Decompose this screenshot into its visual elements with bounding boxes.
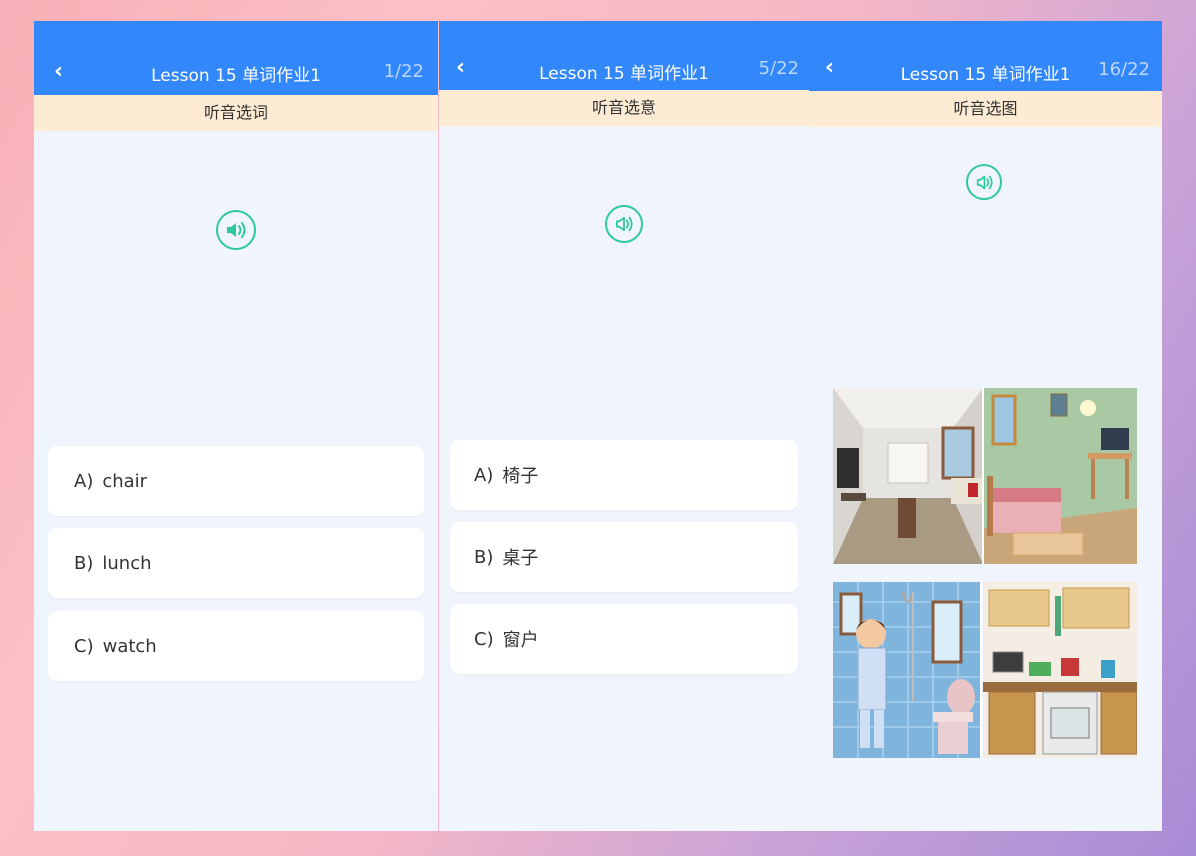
bathroom-kitchen-picture [833,582,1137,758]
option-b[interactable]: B) lunch [48,528,424,598]
option-a[interactable]: A) chair [48,446,424,516]
option-c[interactable]: C) 窗户 [450,604,798,674]
option-letter: B) [474,546,494,568]
option-letter: A) [474,464,494,486]
app-header: ‹ Lesson 15 单词作业1 1/22 [34,21,438,95]
option-text: lunch [102,552,152,574]
image-option-bath-kitchen[interactable] [833,582,1137,758]
question-type-label: 听音选图 [809,91,1162,127]
option-a[interactable]: A) 椅子 [450,440,798,510]
lesson-title: Lesson 15 单词作业1 [151,66,321,86]
option-letter: A) [74,470,94,492]
option-text: 椅子 [502,466,539,487]
living-room-bedroom-picture [833,388,1137,564]
app-header: ‹ Lesson 15 单词作业1 16/22 [809,21,1162,91]
option-letter: B) [74,552,94,574]
speaker-icon[interactable] [216,210,256,250]
option-b[interactable]: B) 桌子 [450,522,798,592]
question-panel-1: ‹ Lesson 15 单词作业1 1/22 听音选词 A) chair B) … [34,21,438,831]
option-text: 窗户 [502,630,539,651]
option-text: 桌子 [502,548,539,569]
question-type-label: 听音选意 [439,90,809,126]
speaker-icon[interactable] [966,164,1002,200]
option-letter: C) [474,628,494,650]
image-option-rooms[interactable] [833,388,1137,564]
option-letter: C) [74,635,94,657]
option-text: watch [102,635,157,657]
question-panel-2: ‹ Lesson 15 单词作业1 5/22 听音选意 A) 椅子 B) 桌子 … [439,21,809,831]
option-c[interactable]: C) watch [48,611,424,681]
app-header: ‹ Lesson 15 单词作业1 5/22 [439,21,809,90]
question-counter: 16/22 [1098,59,1150,80]
lesson-title: Lesson 15 单词作业1 [539,64,709,84]
speaker-icon[interactable] [605,205,643,243]
question-counter: 1/22 [383,61,424,82]
option-text: chair [102,470,148,492]
question-panel-3: ‹ Lesson 15 单词作业1 16/22 听音选图 [809,21,1162,831]
question-type-label: 听音选词 [34,95,438,131]
question-counter: 5/22 [758,58,799,79]
